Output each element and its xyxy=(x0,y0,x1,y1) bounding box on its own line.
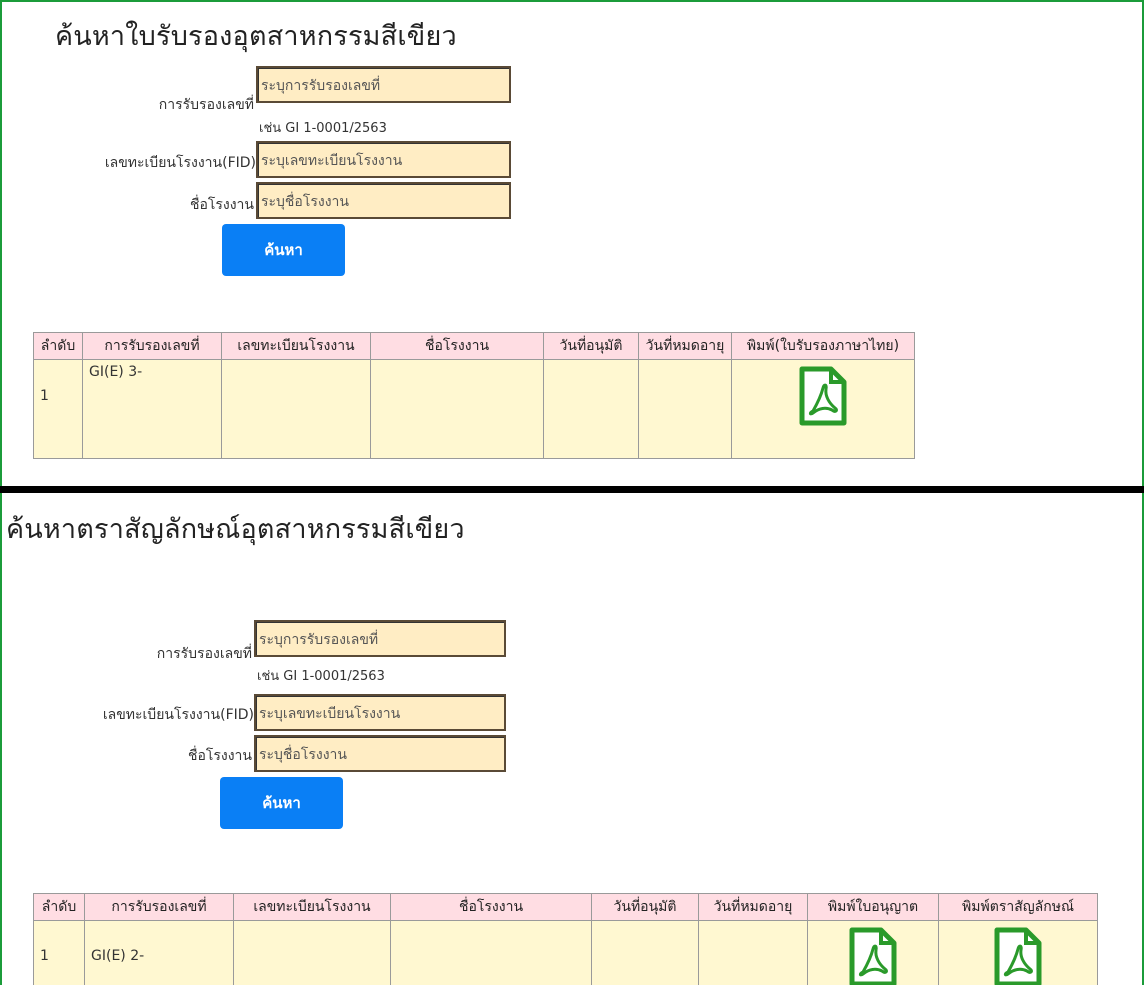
cell-factory-name xyxy=(370,359,544,459)
cert-no-input[interactable] xyxy=(254,620,506,657)
cert-no-hint: เช่น GI 1-0001/2563 xyxy=(259,121,387,136)
search-button[interactable]: ค้นหา xyxy=(220,777,343,829)
cell-approved-date xyxy=(591,920,699,985)
certificate-results-table: ลำดับ การรับรองเลขที่ เลขทะเบียนโรงงาน ช… xyxy=(33,332,915,459)
cell-no: 1 xyxy=(33,920,85,985)
factory-name-input[interactable] xyxy=(254,735,506,772)
col-header-cert-no: การรับรองเลขที่ xyxy=(84,893,234,921)
cert-no-label: การรับรองเลขที่ xyxy=(156,646,252,662)
pdf-icon[interactable] xyxy=(797,366,849,426)
cert-no-hint: เช่น GI 1-0001/2563 xyxy=(257,669,385,684)
search-button[interactable]: ค้นหา xyxy=(222,224,345,276)
cell-fid xyxy=(221,359,371,459)
cert-no-label: การรับรองเลขที่ xyxy=(158,97,254,113)
col-header-fid: เลขทะเบียนโรงงาน xyxy=(233,893,391,921)
cell-print-license xyxy=(807,920,939,985)
col-header-fid: เลขทะเบียนโรงงาน xyxy=(221,332,371,360)
certificate-search-title: ค้นหาใบรับรองอุตสาหกรรมสีเขียว xyxy=(55,21,457,52)
col-header-approved-date: วันที่อนุมัติ xyxy=(591,893,699,921)
cell-fid xyxy=(233,920,391,985)
col-header-factory-name: ชื่อโรงงาน xyxy=(370,332,544,360)
col-header-print-logo: พิมพ์ตราสัญลักษณ์ xyxy=(938,893,1098,921)
logo-results-table: ลำดับ การรับรองเลขที่ เลขทะเบียนโรงงาน ช… xyxy=(33,893,1098,985)
col-header-no: ลำดับ xyxy=(33,893,85,921)
col-header-approved-date: วันที่อนุมัติ xyxy=(543,332,639,360)
pdf-icon[interactable] xyxy=(847,927,899,985)
factory-name-input[interactable] xyxy=(256,182,511,219)
logo-search-title: ค้นหาตราสัญลักษณ์อุตสาหกรรมสีเขียว xyxy=(6,514,465,545)
cell-expiry-date xyxy=(638,359,732,459)
certificate-search-panel: ค้นหาใบรับรองอุตสาหกรรมสีเขียว การรับรอง… xyxy=(0,0,1144,490)
fid-input[interactable] xyxy=(254,694,506,731)
cell-expiry-date xyxy=(698,920,808,985)
col-header-expiry-date: วันที่หมดอายุ xyxy=(638,332,732,360)
fid-input[interactable] xyxy=(256,141,511,178)
table-row: 1 GI(E) 3- xyxy=(33,359,915,459)
col-header-cert-no: การรับรองเลขที่ xyxy=(82,332,222,360)
pdf-icon[interactable] xyxy=(992,927,1044,985)
cert-no-input[interactable] xyxy=(256,66,511,103)
col-header-print-license: พิมพ์ใบอนุญาต xyxy=(807,893,939,921)
cell-cert-no: GI(E) 2- xyxy=(84,920,234,985)
cell-print-thai-cert xyxy=(731,359,915,459)
cell-cert-no: GI(E) 3- xyxy=(82,359,222,459)
cell-print-logo xyxy=(938,920,1098,985)
col-header-expiry-date: วันที่หมดอายุ xyxy=(698,893,808,921)
col-header-no: ลำดับ xyxy=(33,332,83,360)
table-header-row: ลำดับ การรับรองเลขที่ เลขทะเบียนโรงงาน ช… xyxy=(33,893,1098,921)
fid-label: เลขทะเบียนโรงงาน(FID) xyxy=(102,707,254,723)
factory-name-label: ชื่อโรงงาน xyxy=(187,748,252,764)
logo-search-panel: ค้นหาตราสัญลักษณ์อุตสาหกรรมสีเขียว การรั… xyxy=(0,493,1144,985)
col-header-factory-name: ชื่อโรงงาน xyxy=(390,893,592,921)
fid-label: เลขทะเบียนโรงงาน(FID) xyxy=(104,155,256,171)
table-row: 1 GI(E) 2- xyxy=(33,920,1098,985)
cell-approved-date xyxy=(543,359,639,459)
col-header-print-thai-cert: พิมพ์(ใบรับรองภาษาไทย) xyxy=(731,332,915,360)
cell-no: 1 xyxy=(33,359,83,459)
table-header-row: ลำดับ การรับรองเลขที่ เลขทะเบียนโรงงาน ช… xyxy=(33,332,915,360)
section-divider xyxy=(0,486,1144,493)
factory-name-label: ชื่อโรงงาน xyxy=(189,197,254,213)
cell-factory-name xyxy=(390,920,592,985)
